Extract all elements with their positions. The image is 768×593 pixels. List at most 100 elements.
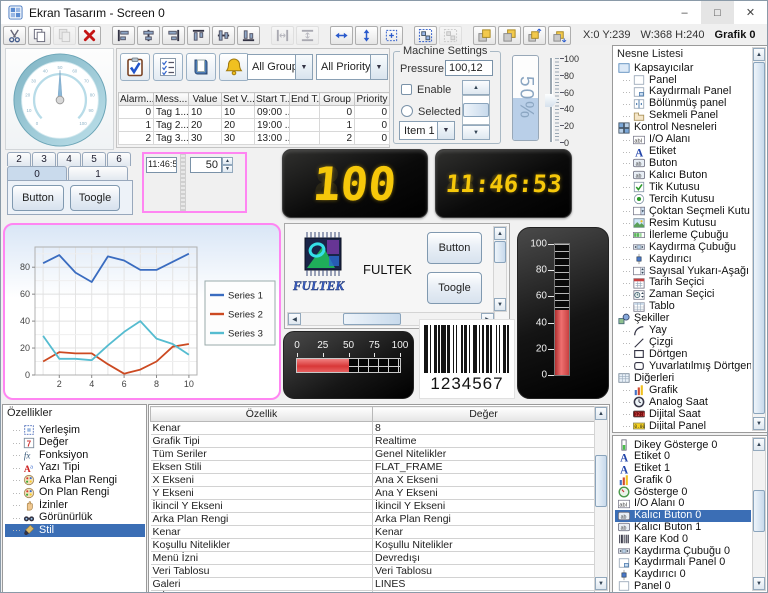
tree-item-tablo[interactable]: Tablo: [615, 301, 751, 313]
property-value[interactable]: FLAT_FRAME: [373, 461, 595, 474]
property-value[interactable]: Ana X Ekseni: [373, 474, 595, 487]
tree-item-kalici-buton[interactable]: abKalıcı Buton: [615, 169, 751, 181]
tab-button[interactable]: Button: [12, 185, 64, 211]
property-row-menu-i-zni[interactable]: Menü İzniDevredışı: [151, 552, 595, 565]
alarm-col-header[interactable]: Mess...: [154, 93, 189, 106]
tree-item-zaman-secici[interactable]: Zaman Seçici: [615, 289, 751, 301]
instance-etiket-1[interactable]: AEtiket 1: [615, 463, 751, 475]
property-value[interactable]: LINES: [373, 578, 595, 591]
scroll-up-icon[interactable]: ▲: [462, 80, 490, 95]
scroll-up-icon[interactable]: ▲: [753, 48, 765, 61]
instance-kaydirmali-panel-0[interactable]: Kaydırmalı Panel 0: [615, 557, 751, 569]
alarm-table-row[interactable]: 0Tag 1...101009:00 ...00: [119, 106, 390, 119]
alarm-col-header[interactable]: End T...: [290, 93, 320, 106]
tree-item-etiket[interactable]: AEtiket: [615, 146, 751, 158]
property-row-arka-plan-rengi[interactable]: Arka Plan RengiArka Plan Rengi: [151, 513, 595, 526]
group-button[interactable]: [414, 26, 437, 45]
panel-vertical-scrollbar[interactable]: ▲ ▼: [493, 226, 507, 312]
tree-item-panel[interactable]: Panel: [615, 74, 751, 86]
instance-etiket-0[interactable]: AEtiket 0: [615, 451, 751, 463]
spinner-down-icon[interactable]: ▼: [222, 165, 233, 173]
design-canvas[interactable]: 0102030405060708090100 All Group ▼ All P…: [1, 45, 611, 403]
maximize-button[interactable]: □: [701, 1, 734, 24]
split-panel-divider[interactable]: [180, 154, 186, 211]
alarm-log-button[interactable]: [186, 53, 216, 81]
tree-item-i-o-alani[interactable]: ablI/O Alanı: [615, 134, 751, 146]
tree-item-dijital-panel[interactable]: 0.00Dijital Panel: [615, 420, 751, 430]
instance-gosterge-0[interactable]: Gösterge 0: [615, 486, 751, 498]
tree-item-grafik[interactable]: Grafik: [615, 384, 751, 396]
send-to-back-button[interactable]: [498, 26, 521, 45]
alarm-col-header[interactable]: Value: [189, 93, 222, 106]
item-combobox[interactable]: Item 1 ▼: [399, 121, 455, 140]
chevron-down-icon[interactable]: ▼: [295, 55, 312, 79]
property-row-galeri[interactable]: GaleriLINES: [151, 578, 595, 591]
send-backward-button[interactable]: [548, 26, 571, 45]
digital-clock-widget[interactable]: 88:88:88 11:46:53: [435, 149, 572, 218]
property-row-y-ekseni[interactable]: Y EkseniAna Y Ekseni: [151, 487, 595, 500]
property-category-arka-plan-rengi[interactable]: Arka Plan Rengi: [5, 474, 145, 487]
align-bottom-button[interactable]: [237, 26, 260, 45]
tab-6[interactable]: 6: [107, 152, 131, 166]
scroll-panel-widget[interactable]: FULTEK FULTEK Button Toogle ▲ ▼ ◀ ▶: [284, 223, 510, 329]
property-col-header[interactable]: Özellik: [151, 407, 373, 422]
property-value[interactable]: Veri Tablosu: [373, 565, 595, 578]
tree-item-tercih-kutusu[interactable]: Tercih Kutusu: [615, 193, 751, 205]
tree-item-yuvarlatilmis-dortgen[interactable]: Yuvarlatılmış Dörtgen: [615, 360, 751, 372]
alarm-table[interactable]: Alarm...Mess...ValueSet V...Start T...En…: [118, 92, 389, 145]
property-category-yazi-tipi[interactable]: AaYazı Tipi: [5, 462, 145, 475]
property-category-deger[interactable]: 7Değer: [5, 437, 145, 450]
delete-button[interactable]: [78, 26, 101, 45]
property-category-on-plan-rengi[interactable]: Ön Plan Rengi: [5, 487, 145, 500]
align-top-button[interactable]: [187, 26, 210, 45]
analog-gauge-widget[interactable]: 0102030405060708090100: [5, 48, 114, 150]
property-table-scrollbar[interactable]: ▲ ▼: [594, 406, 608, 591]
alarm-priority-filter[interactable]: All Priority ▼: [316, 54, 388, 80]
instance-list-scrollbar[interactable]: ▲ ▼: [752, 437, 766, 591]
digital-panel-widget[interactable]: 888 100: [282, 149, 428, 218]
tree-item-dijital-saat[interactable]: 12:0Dijital Saat: [615, 408, 751, 420]
tree-item-tarih-secici[interactable]: Tarih Seçici: [615, 277, 751, 289]
property-category-gorunurluk[interactable]: Görünürlük: [5, 512, 145, 525]
chevron-down-icon[interactable]: ▼: [370, 55, 387, 79]
tab-toggle-button[interactable]: Toogle: [70, 185, 120, 211]
scrollbar-thumb[interactable]: [343, 313, 401, 325]
alarm-col-header[interactable]: Alarm...: [119, 93, 154, 106]
property-col-header[interactable]: Değer: [373, 407, 595, 422]
alarm-col-header[interactable]: Set V...: [222, 93, 255, 106]
scroll-down-icon[interactable]: ▼: [494, 298, 506, 311]
tree-item-i-lerleme-cubugu[interactable]: İlerleme Çubuğu: [615, 229, 751, 241]
property-value[interactable]: Arka Plan Rengi: [373, 513, 595, 526]
tab-1[interactable]: 1: [68, 166, 128, 181]
property-row-veri-tablosu[interactable]: Veri TablosuVeri Tablosu: [151, 565, 595, 578]
tree-group-sekiller[interactable]: Şekiller: [615, 313, 751, 325]
tree-item-cizgi[interactable]: Çizgi: [615, 337, 751, 349]
instance-panel-0[interactable]: Panel 0: [615, 581, 751, 591]
align-middle-button[interactable]: [212, 26, 235, 45]
tree-item-kaydirmali-panel[interactable]: Kaydırmalı Panel: [615, 86, 751, 98]
vertical-gauge-widget[interactable]: 100806040200: [517, 227, 609, 399]
tree-item-analog-saat[interactable]: Analog Saat: [615, 396, 751, 408]
alarm-group-filter[interactable]: All Group ▼: [247, 54, 313, 80]
enable-checkbox[interactable]: [401, 84, 412, 95]
property-row-i-kincil-y-ekseni[interactable]: İkincil Y Ekseniİkincil Y Ekseni: [151, 500, 595, 513]
spinner-up-icon[interactable]: ▲: [222, 157, 233, 165]
tab-4[interactable]: 4: [57, 152, 81, 166]
property-category-fonksiyon[interactable]: fxFonksiyon: [5, 449, 145, 462]
copy-button[interactable]: [28, 26, 51, 45]
tree-group-kontrol-nesneleri[interactable]: Kontrol Nesneleri: [615, 122, 751, 134]
tree-item-tik-kutusu[interactable]: Tik Kutusu: [615, 181, 751, 193]
scroll-down-icon[interactable]: ▼: [753, 577, 765, 590]
instance-kare-kod-0[interactable]: Kare Kod 0: [615, 533, 751, 545]
instance-kaydirici-0[interactable]: Kaydırıcı 0: [615, 569, 751, 581]
tree-group-kapsayicilar[interactable]: Kapsayıcılar: [615, 62, 751, 74]
time-picker-field[interactable]: 11:46:53: [146, 157, 177, 173]
scrollbar-thumb[interactable]: [595, 455, 607, 507]
scrollbar-thumb[interactable]: [753, 62, 765, 414]
alarm-col-header[interactable]: Start T...: [255, 93, 290, 106]
numeric-spinner-field[interactable]: 50: [190, 157, 222, 173]
align-left-button[interactable]: [112, 26, 135, 45]
pressure-input[interactable]: 100,12: [445, 60, 493, 76]
instance-dikey-gosterge-0[interactable]: Dikey Gösterge 0: [615, 439, 751, 451]
alarm-table-row[interactable]: 2Tag 3...303013:00 ...20: [119, 132, 390, 145]
